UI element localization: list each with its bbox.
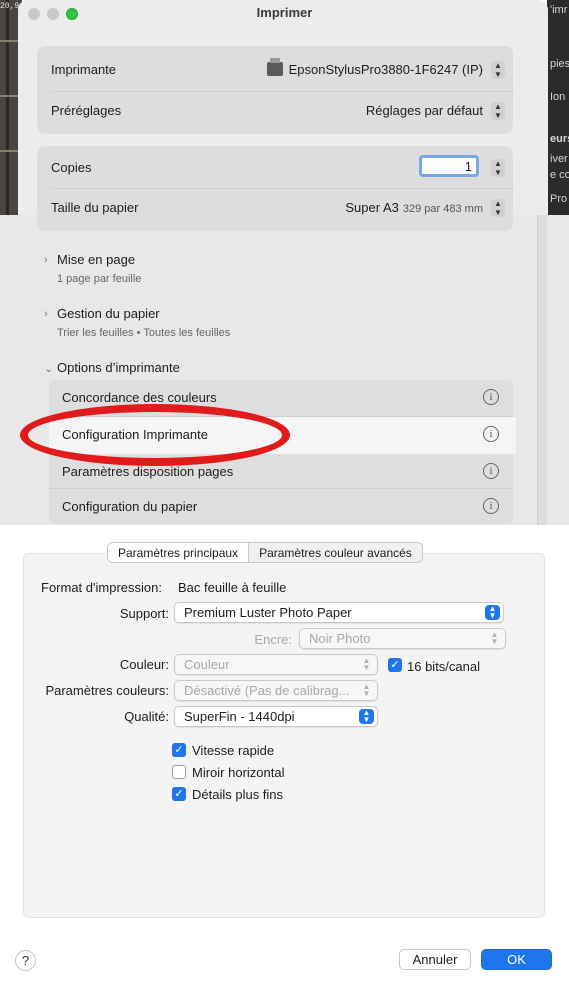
desktop-background-right: 'imr pies Ion eurs iver e co Pro [547, 0, 569, 215]
presets-label: Préréglages [51, 103, 122, 118]
ok-button[interactable]: OK [481, 949, 552, 970]
desktop-snippet: Pro [550, 193, 568, 205]
copies-stepper[interactable]: ▲ ▼ [491, 159, 505, 177]
quality-label: Qualité: [124, 709, 169, 724]
printer-value: EpsonStylusPro3880-1F6247 (IP) [288, 62, 483, 77]
option-label: Paramètres disposition pages [62, 464, 234, 479]
photo-pole [6, 0, 9, 215]
ink-select[interactable]: Noir Photo ▲ ▼ [299, 628, 506, 649]
bits-label: 16 bits/canal [407, 659, 480, 674]
ink-value: Noir Photo [309, 631, 371, 646]
support-select[interactable]: Premium Luster Photo Paper ▲ ▼ [174, 602, 504, 623]
mirror-checkbox[interactable] [172, 765, 186, 779]
chevron-right-icon: › [44, 254, 48, 266]
desktop-snippet: e co [550, 169, 569, 181]
option-label: Concordance des couleurs [62, 390, 217, 405]
chevron-updown-icon: ▲ ▼ [485, 605, 500, 620]
copies-input[interactable]: 1 [419, 155, 479, 177]
presets-select[interactable]: Réglages par défaut [366, 103, 483, 118]
chevron-updown-icon: ▲ ▼ [362, 682, 371, 698]
tab-main-settings[interactable]: Paramètres principaux [108, 543, 250, 562]
paper-size-value: Super A3 [345, 200, 399, 215]
paper-size-select[interactable]: Super A3 329 par 483 mm [345, 200, 483, 215]
printer-group: Imprimante EpsonStylusPro3880-1F6247 (IP… [37, 46, 513, 134]
copies-group: Copies 1 ▲ ▼ Taille du papier Super A3 329… [37, 146, 513, 231]
info-icon[interactable]: i [483, 463, 499, 479]
section-subtitle: 1 page par feuille [57, 273, 142, 285]
support-label: Support: [119, 606, 169, 621]
colorsettings-value: Désactivé (Pas de calibrag... [184, 683, 350, 698]
section-title: Mise en page [57, 252, 136, 267]
chevron-updown-icon: ▲ ▼ [359, 709, 374, 724]
color-select[interactable]: Couleur ▲ ▼ [174, 654, 378, 675]
chevron-updown-icon: ▲ ▼ [490, 630, 499, 646]
paper-size-dims: 329 par 483 mm [402, 203, 483, 215]
colorsettings-label: Paramètres couleurs: [45, 683, 169, 698]
fast-speed-label: Vitesse rapide [192, 743, 275, 758]
printer-select[interactable]: EpsonStylusPro3880-1F6247 (IP) [266, 58, 483, 77]
info-icon[interactable]: i [483, 426, 499, 442]
option-label: Configuration du papier [62, 499, 198, 514]
paper-size-label: Taille du papier [51, 200, 139, 215]
help-button[interactable]: ? [15, 950, 36, 971]
scrollbar[interactable] [537, 215, 547, 525]
bits-checkbox[interactable]: ✓ [388, 658, 402, 672]
support-value: Premium Luster Photo Paper [184, 605, 352, 620]
finer-details-checkbox[interactable]: ✓ [172, 787, 186, 801]
finer-details-label: Détails plus fins [192, 787, 284, 802]
printer-icon [266, 58, 283, 76]
desktop-snippet: iver [550, 153, 568, 165]
mirror-label: Miroir horizontal [192, 765, 285, 780]
chevron-updown-icon[interactable]: ▲ ▼ [491, 61, 505, 79]
color-label: Couleur: [119, 657, 169, 672]
chevron-updown-icon[interactable]: ▲ ▼ [491, 199, 505, 217]
cancel-button[interactable]: Annuler [399, 949, 471, 970]
chevron-right-icon: › [44, 308, 48, 320]
desktop-snippet: Ion [550, 91, 566, 103]
option-paper-configuration[interactable]: Configuration du papier i [49, 489, 513, 526]
chevron-updown-icon[interactable]: ▲ ▼ [491, 102, 505, 120]
section-title: Gestion du papier [57, 306, 160, 321]
format-value: Bac feuille à feuille [178, 580, 287, 595]
colorsettings-select[interactable]: Désactivé (Pas de calibrag... ▲ ▼ [174, 680, 378, 701]
fast-speed-checkbox[interactable]: ✓ [172, 743, 186, 757]
section-title: Options d’imprimante [57, 360, 180, 375]
printer-row[interactable]: Imprimante EpsonStylusPro3880-1F6247 (IP… [37, 50, 513, 90]
section-subtitle: Trier les feuilles • Toutes les feuilles [57, 327, 231, 339]
red-annotation-circle [20, 404, 290, 466]
quality-value: SuperFin - 1440dpi [184, 709, 295, 724]
chevron-down-icon: ⌄ [44, 363, 54, 375]
copies-row: Copies 1 ▲ ▼ [37, 148, 513, 188]
printer-label: Imprimante [51, 62, 117, 77]
paper-size-row[interactable]: Taille du papier Super A3 329 par 483 mm … [37, 188, 513, 228]
desktop-snippet: pies [550, 58, 569, 70]
presets-row[interactable]: Préréglages Réglages par défaut ▲ ▼ [37, 91, 513, 131]
copies-label: Copies [51, 160, 92, 175]
quality-select[interactable]: SuperFin - 1440dpi ▲ ▼ [174, 706, 378, 727]
ink-label: Encre: [254, 632, 292, 647]
window-title: Imprimer [256, 5, 313, 20]
tab-advanced-color[interactable]: Paramètres couleur avancés [249, 543, 422, 562]
desktop-snippet: eurs [550, 133, 569, 145]
format-label: Format d'impression: [41, 580, 162, 595]
color-value: Couleur [184, 657, 230, 672]
tab-bar: Paramètres principaux Paramètres couleur… [107, 542, 423, 563]
info-icon[interactable]: i [483, 498, 499, 514]
chevron-updown-icon: ▲ ▼ [362, 656, 371, 672]
info-icon[interactable]: i [483, 389, 499, 405]
